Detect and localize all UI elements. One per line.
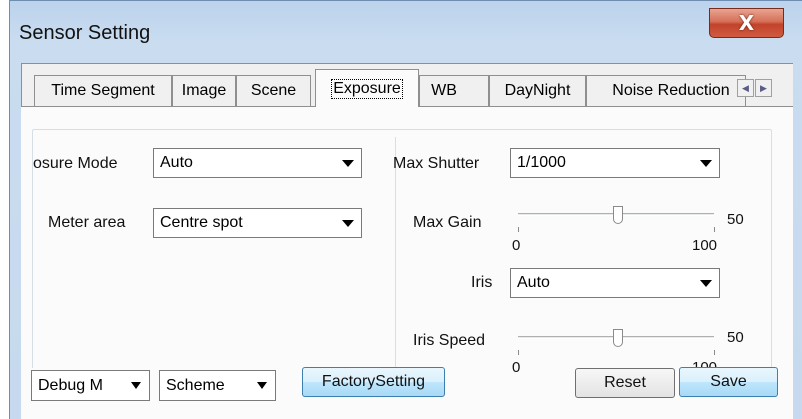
max-shutter-value: 1/1000 xyxy=(517,154,566,171)
arrow-right-icon[interactable]: ▶ xyxy=(755,79,772,97)
chevron-down-icon xyxy=(700,280,712,287)
tab-scene[interactable]: Scene xyxy=(236,75,311,106)
max-gain-slider-thumb[interactable] xyxy=(613,206,623,224)
reset-button[interactable]: Reset xyxy=(575,368,675,398)
exposure-mode-select[interactable]: Auto xyxy=(153,148,362,178)
tab-label: Image xyxy=(181,82,227,99)
close-button[interactable]: X xyxy=(709,8,784,38)
window-title: Sensor Setting xyxy=(19,22,151,44)
slider-tick xyxy=(518,350,519,355)
iris-speed-value: 50 xyxy=(727,329,744,346)
tab-image[interactable]: Image xyxy=(172,75,236,106)
max-gain-min: 0 xyxy=(512,237,521,254)
close-icon: X xyxy=(738,11,755,35)
meter-area-value: Centre spot xyxy=(160,214,243,231)
max-gain-label: Max Gain xyxy=(413,214,482,231)
chevron-down-icon xyxy=(342,220,354,227)
debug-mode-label: Debug M xyxy=(38,376,103,394)
max-shutter-select[interactable]: 1/1000 xyxy=(510,148,720,178)
iris-speed-slider-thumb[interactable] xyxy=(613,329,623,347)
reset-label: Reset xyxy=(604,374,646,391)
tab-time-segment[interactable]: Time Segment xyxy=(34,75,172,106)
meter-area-select[interactable]: Centre spot xyxy=(153,208,362,238)
save-button[interactable]: Save xyxy=(679,367,778,397)
tab-scroll-right-glyph: ▶ xyxy=(760,82,767,93)
max-shutter-label: Max Shutter xyxy=(393,155,480,172)
tab-daynight[interactable]: DayNight xyxy=(489,75,586,106)
max-gain-value: 50 xyxy=(727,211,744,228)
chevron-down-icon xyxy=(700,160,712,167)
scheme-label: Scheme xyxy=(166,376,225,394)
debug-mode-dropdown[interactable]: Debug M xyxy=(31,370,150,401)
iris-speed-min: 0 xyxy=(512,359,521,376)
tab-scroll-left-glyph: ◀ xyxy=(742,82,749,93)
chevron-down-icon xyxy=(257,382,267,389)
max-gain-max: 100 xyxy=(692,237,718,254)
iris-select[interactable]: Auto xyxy=(510,268,720,298)
tab-label: WB xyxy=(431,82,457,99)
iris-value: Auto xyxy=(517,274,550,291)
chevron-down-icon xyxy=(131,382,141,389)
factory-setting-label: FactorySetting xyxy=(321,373,426,390)
tab-label: Exposure xyxy=(331,78,403,99)
meter-area-label: Meter area xyxy=(48,214,126,231)
tab-label: DayNight xyxy=(504,82,571,99)
save-label: Save xyxy=(710,373,747,390)
tab-label: Noise Reduction xyxy=(612,82,730,99)
arrow-left-icon[interactable]: ◀ xyxy=(737,79,754,97)
tab-noise-reduction[interactable]: Noise Reduction xyxy=(586,75,746,106)
chevron-down-icon xyxy=(342,160,354,167)
slider-tick xyxy=(714,227,715,232)
tab-exposure[interactable]: Exposure xyxy=(315,69,419,107)
tab-wb[interactable]: WB xyxy=(419,75,489,106)
slider-tick xyxy=(518,227,519,232)
scheme-dropdown[interactable]: Scheme xyxy=(159,370,276,401)
tab-label: Scene xyxy=(250,82,297,99)
factory-setting-button[interactable]: FactorySetting xyxy=(302,367,445,397)
slider-tick xyxy=(714,350,715,355)
exposure-mode-label: osure Mode xyxy=(33,155,118,172)
exposure-mode-value: Auto xyxy=(160,154,193,171)
iris-label: Iris xyxy=(471,274,493,291)
tab-label: Time Segment xyxy=(51,82,155,99)
iris-speed-label: Iris Speed xyxy=(413,332,486,349)
